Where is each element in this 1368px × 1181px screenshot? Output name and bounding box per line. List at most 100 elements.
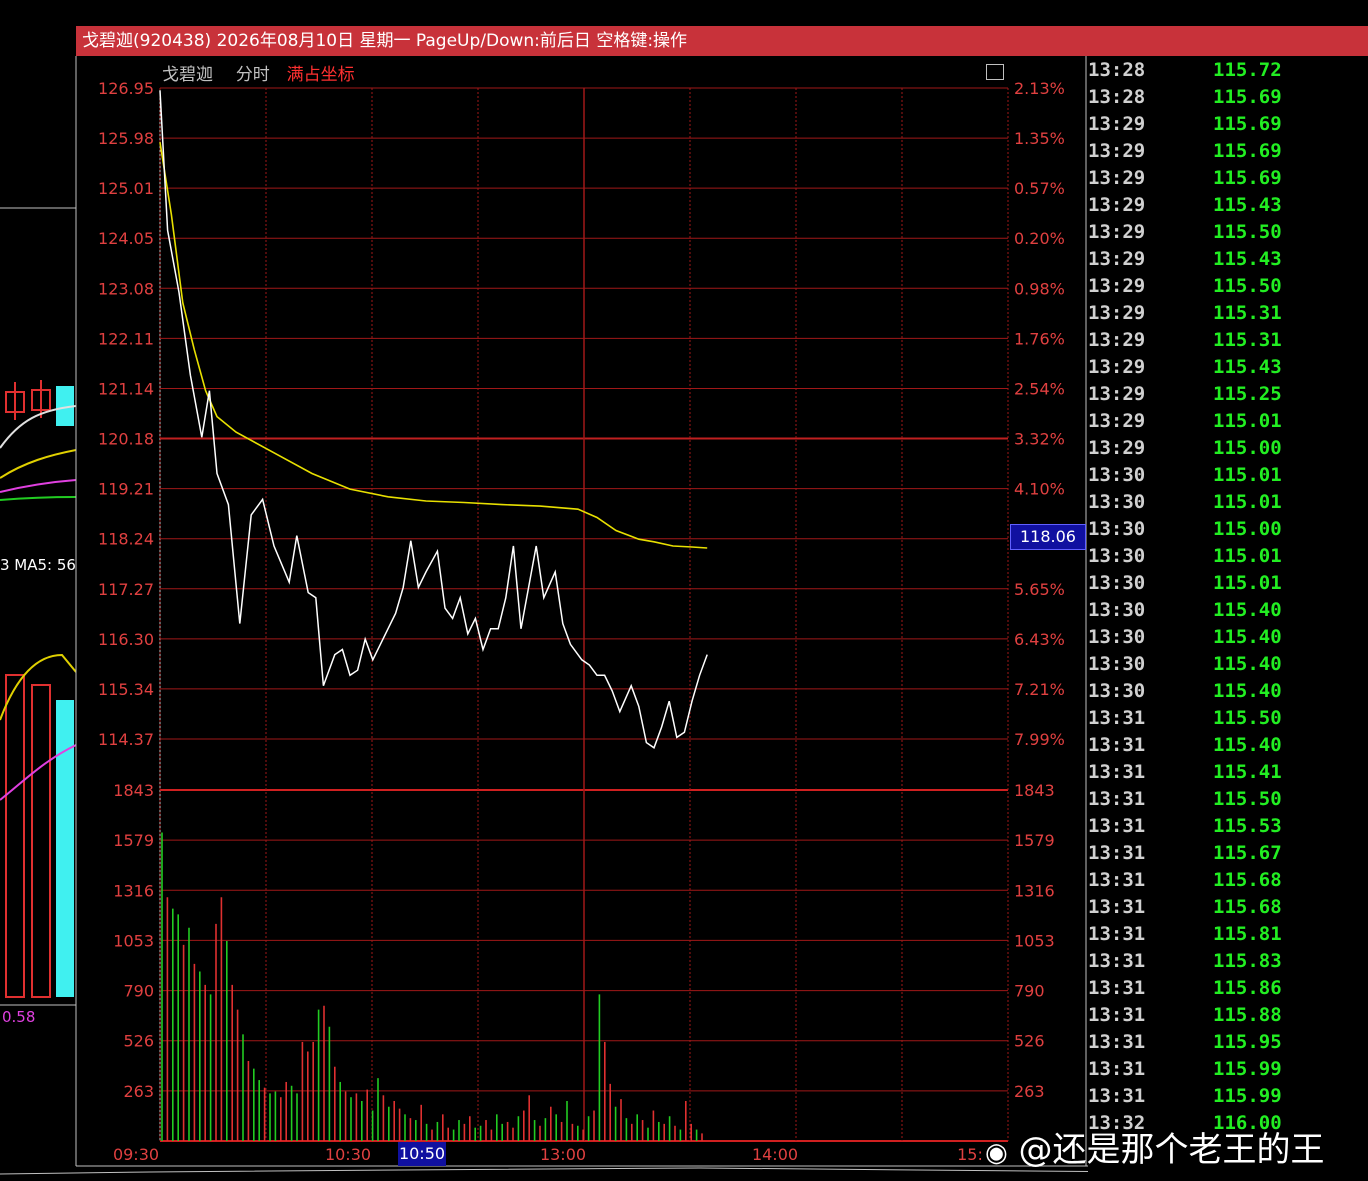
tick-row: 13:28 115.72	[1088, 57, 1368, 84]
tick-price: 115.31	[1213, 329, 1282, 351]
volume-tick-label-right: 1316	[1014, 881, 1055, 900]
tick-row: 13:29 115.25	[1088, 381, 1368, 408]
tick-price: 115.01	[1213, 410, 1282, 432]
tick-price: 115.40	[1213, 599, 1282, 621]
tick-price: 115.00	[1213, 518, 1282, 540]
tick-time: 13:31	[1088, 842, 1146, 864]
tick-time: 13:31	[1088, 1004, 1146, 1026]
volume-tick-label: 1579	[113, 831, 154, 850]
tick-price: 115.50	[1213, 275, 1282, 297]
tick-price: 115.25	[1213, 383, 1282, 405]
tick-price: 115.50	[1213, 221, 1282, 243]
tick-time: 13:29	[1088, 410, 1146, 432]
volume-tick-label-right: 1843	[1014, 781, 1055, 800]
price-line	[159, 90, 708, 749]
tick-time: 13:31	[1088, 950, 1146, 972]
tick-price: 115.43	[1213, 194, 1282, 216]
tick-price: 115.50	[1213, 788, 1282, 810]
volume-tick-label: 263	[123, 1082, 154, 1101]
tick-price: 115.01	[1213, 572, 1282, 594]
price-tick-label: 118.24	[98, 530, 154, 549]
time-tick-label: 09:30	[113, 1145, 159, 1164]
tick-time: 13:31	[1088, 869, 1146, 891]
price-tick-label: 120.18	[98, 430, 154, 449]
tick-price: 115.83	[1213, 950, 1282, 972]
tick-price: 115.50	[1213, 707, 1282, 729]
tick-row: 13:29 115.50	[1088, 219, 1368, 246]
tick-row: 13:31 115.95	[1088, 1029, 1368, 1056]
tick-row: 13:29 115.50	[1088, 273, 1368, 300]
price-tick-label: 114.37	[98, 730, 154, 749]
pct-tick-label: 5.65%	[1014, 580, 1065, 599]
pct-tick-label: 2.54%	[1014, 379, 1065, 398]
tick-row: 13:30 115.40	[1088, 651, 1368, 678]
tick-time: 13:31	[1088, 1058, 1146, 1080]
tick-row: 13:29 115.31	[1088, 327, 1368, 354]
pct-tick-label: 6.43%	[1014, 630, 1065, 649]
tick-time: 13:31	[1088, 923, 1146, 945]
tick-row: 13:29 115.43	[1088, 192, 1368, 219]
tick-price: 115.40	[1213, 734, 1282, 756]
tick-row: 13:30 115.40	[1088, 678, 1368, 705]
tick-row: 13:31 115.50	[1088, 786, 1368, 813]
tick-row: 13:31 115.68	[1088, 867, 1368, 894]
volume-tick-label: 526	[123, 1032, 154, 1051]
tick-price: 115.69	[1213, 113, 1282, 135]
tick-row: 13:29 115.31	[1088, 300, 1368, 327]
tick-price: 115.69	[1213, 86, 1282, 108]
tick-time: 13:31	[1088, 734, 1146, 756]
tick-row: 13:30 115.01	[1088, 489, 1368, 516]
tick-time: 13:29	[1088, 113, 1146, 135]
price-tick-label: 122.11	[98, 329, 154, 348]
tick-price: 115.43	[1213, 248, 1282, 270]
pct-tick-label: 0.57%	[1014, 179, 1065, 198]
tick-time: 13:29	[1088, 383, 1146, 405]
time-tick-label: 15:	[957, 1145, 983, 1164]
tick-price: 115.43	[1213, 356, 1282, 378]
pct-tick-label: 2.13%	[1014, 79, 1065, 98]
tick-time: 13:30	[1088, 599, 1146, 621]
tick-row: 13:31 115.53	[1088, 813, 1368, 840]
price-tick-label: 115.34	[98, 680, 154, 699]
tick-time: 13:31	[1088, 707, 1146, 729]
tick-row: 13:30 115.40	[1088, 624, 1368, 651]
tick-row: 13:30 115.01	[1088, 462, 1368, 489]
tick-price: 115.99	[1213, 1085, 1282, 1107]
volume-tick-label: 790	[123, 982, 154, 1001]
tick-price: 115.53	[1213, 815, 1282, 837]
tick-time: 13:30	[1088, 653, 1146, 675]
tick-time: 13:30	[1088, 491, 1146, 513]
tick-time: 13:31	[1088, 761, 1146, 783]
tick-row: 13:30 115.00	[1088, 516, 1368, 543]
tick-row: 13:29 115.69	[1088, 138, 1368, 165]
tick-row: 13:31 115.68	[1088, 894, 1368, 921]
tick-price: 115.88	[1213, 1004, 1282, 1026]
tick-row: 13:30 115.01	[1088, 543, 1368, 570]
tick-price: 115.69	[1213, 140, 1282, 162]
tick-time: 13:29	[1088, 356, 1146, 378]
tick-time: 13:29	[1088, 275, 1146, 297]
tick-row: 13:31 115.83	[1088, 948, 1368, 975]
watermark: ◉ @还是那个老王的王	[985, 1122, 1325, 1171]
volume-tick-label-right: 526	[1014, 1032, 1045, 1051]
volume-tick-label: 1316	[113, 881, 154, 900]
avg-price-line	[159, 142, 708, 549]
tick-time: 13:29	[1088, 302, 1146, 324]
tick-time: 13:29	[1088, 167, 1146, 189]
tick-price: 115.01	[1213, 464, 1282, 486]
tick-time: 13:31	[1088, 896, 1146, 918]
current-price-box: 118.06	[1010, 524, 1086, 550]
tick-row: 13:28 115.69	[1088, 84, 1368, 111]
tick-row: 13:31 115.81	[1088, 921, 1368, 948]
price-tick-label: 119.21	[98, 480, 154, 499]
pct-tick-label: 7.21%	[1014, 680, 1065, 699]
tick-time: 13:30	[1088, 545, 1146, 567]
tick-time: 13:29	[1088, 437, 1146, 459]
time-tick-label: 13:00	[540, 1145, 586, 1164]
tick-time: 13:31	[1088, 788, 1146, 810]
tick-row: 13:31 115.99	[1088, 1083, 1368, 1110]
tick-row: 13:29 115.69	[1088, 165, 1368, 192]
tick-price: 115.68	[1213, 896, 1282, 918]
pct-tick-label: 0.98%	[1014, 279, 1065, 298]
tick-time: 13:29	[1088, 221, 1146, 243]
